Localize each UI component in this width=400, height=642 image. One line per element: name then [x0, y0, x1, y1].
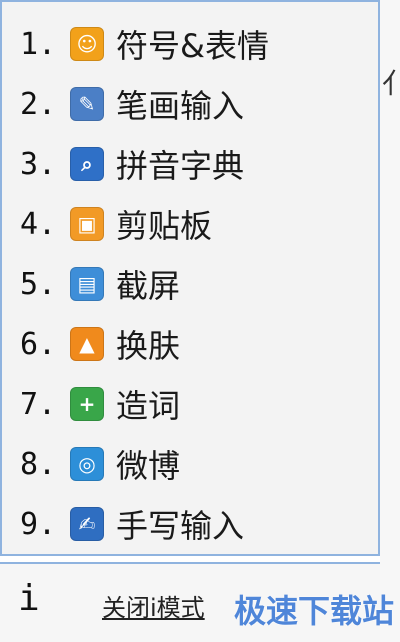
menu-item-screenshot[interactable]: 5. ▤ 截屏: [20, 256, 370, 312]
menu-item-label: 截屏: [116, 267, 181, 305]
menu-item-label: 换肤: [116, 327, 181, 365]
menu-item-label: 符号&表情: [116, 27, 269, 65]
clipboard-icon: ▣: [70, 207, 104, 241]
menu-item-number: 1.: [20, 26, 57, 62]
close-i-mode-link[interactable]: 关闭i模式: [102, 588, 205, 623]
menu-item-handwriting-input[interactable]: 9. ✍ 手写输入: [20, 496, 370, 552]
menu-item-label: 造词: [116, 387, 181, 425]
ime-mode-letter: i: [18, 578, 40, 619]
ime-tools-menu: 1. ☺ 符号&表情 2. ✎ 笔画输入 3. ⌕ 拼音字典 4. ▣ 剪贴板 …: [0, 0, 380, 556]
menu-item-pinyin-dictionary[interactable]: 3. ⌕ 拼音字典: [20, 136, 370, 192]
handwriting-icon: ✍: [70, 507, 104, 541]
screenshot-icon: ▤: [70, 267, 104, 301]
pen-stroke-icon: ✎: [70, 87, 104, 121]
menu-item-change-skin[interactable]: 6. ▲ 换肤: [20, 316, 370, 372]
menu-item-label: 笔画输入: [116, 87, 245, 125]
skin-shirt-icon: ▲: [70, 327, 104, 361]
dictionary-search-icon: ⌕: [70, 147, 104, 181]
menu-item-number: 7.: [20, 386, 57, 422]
menu-item-label: 手写输入: [116, 507, 245, 545]
weibo-icon: ◎: [70, 447, 104, 481]
menu-item-symbols-emoji[interactable]: 1. ☺ 符号&表情: [20, 16, 370, 72]
menu-item-number: 5.: [20, 266, 57, 302]
menu-item-number: 6.: [20, 326, 57, 362]
menu-item-weibo[interactable]: 8. ◎ 微博: [20, 436, 370, 492]
smiley-icon: ☺: [70, 27, 104, 61]
menu-item-number: 8.: [20, 446, 57, 482]
word-create-icon: +: [70, 387, 104, 421]
menu-item-number: 2.: [20, 86, 57, 122]
background-text-fragment: 亻: [382, 66, 396, 102]
menu-item-number: 9.: [20, 506, 57, 542]
menu-item-clipboard[interactable]: 4. ▣ 剪贴板: [20, 196, 370, 252]
menu-item-number: 4.: [20, 206, 57, 242]
menu-item-label: 拼音字典: [116, 147, 245, 185]
menu-item-label: 剪贴板: [116, 207, 213, 245]
menu-item-number: 3.: [20, 146, 57, 182]
menu-item-stroke-input[interactable]: 2. ✎ 笔画输入: [20, 76, 370, 132]
menu-item-label: 微博: [116, 447, 181, 485]
watermark-text: 极速下载站: [233, 592, 394, 630]
menu-item-create-word[interactable]: 7. + 造词: [20, 376, 370, 432]
